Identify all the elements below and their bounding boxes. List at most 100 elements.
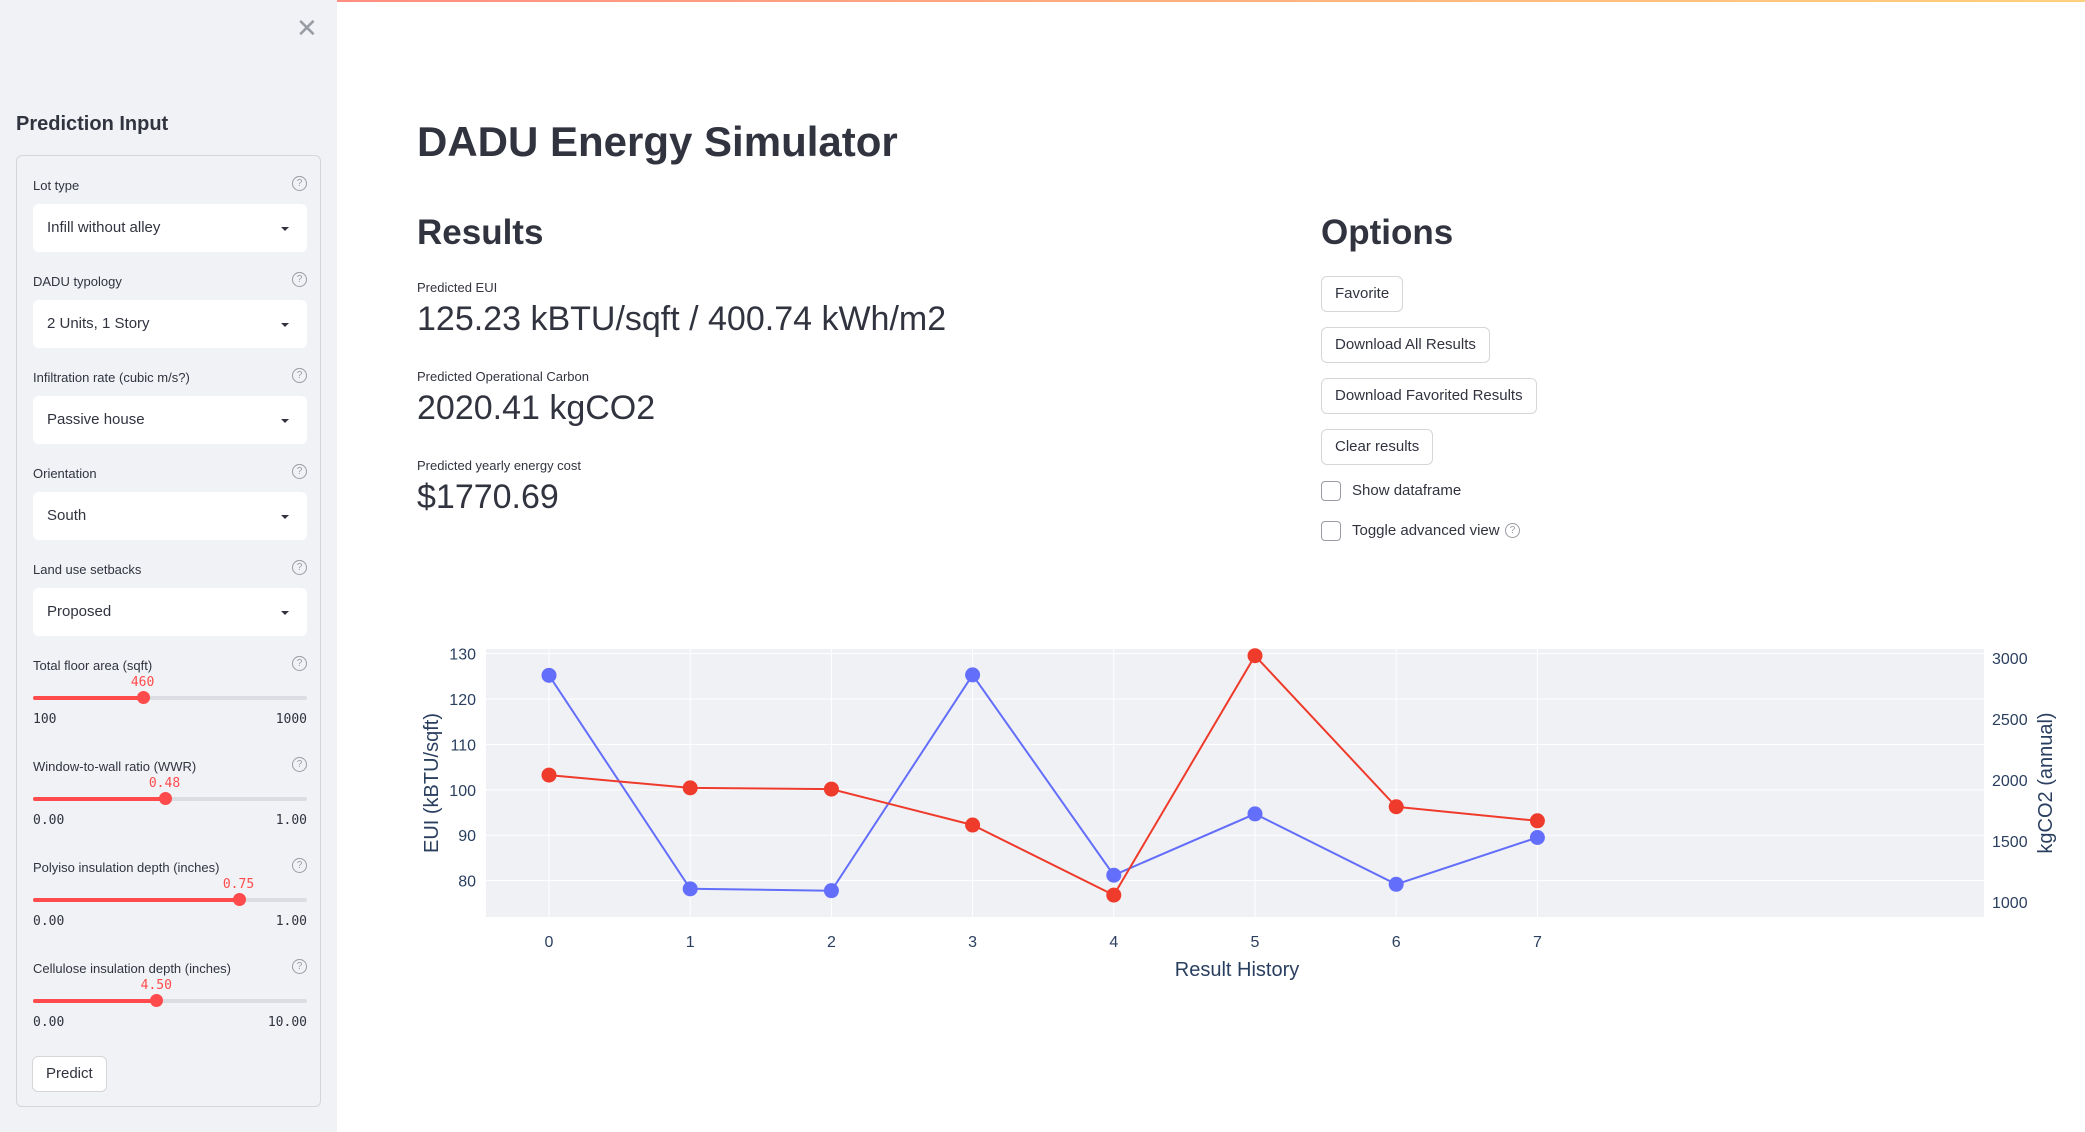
help-icon[interactable]: ? [1505, 523, 1520, 538]
field-label: Cellulose insulation depth (inches) [33, 961, 232, 976]
slider-track[interactable] [33, 994, 307, 1007]
infiltration-rate-dropdown[interactable]: Passive house [33, 396, 307, 444]
slider-thumb[interactable] [150, 994, 164, 1007]
field-label: Total floor area (sqft) [33, 658, 153, 673]
toggle-advanced-view-checkbox[interactable] [1321, 521, 1341, 541]
land-use-setbacks-dropdown[interactable]: Proposed [33, 588, 307, 636]
eui-data-point [1529, 830, 1545, 846]
slider-fill [33, 797, 165, 801]
close-icon[interactable]: ✕ [296, 14, 318, 42]
select-value: Proposed [47, 603, 112, 620]
sidebar: ✕ Prediction Input Lot type ? Infill wit… [0, 0, 337, 1132]
sidebar-title: Prediction Input [16, 113, 169, 135]
orientation-dropdown[interactable]: South [33, 492, 307, 540]
x-tick-label: 2 [827, 934, 836, 951]
y-axis-label: EUI (kBTU/sqft) [421, 713, 443, 853]
slider-fill [33, 999, 157, 1003]
result-history-chart: 0 1 2 3 4 5 6 7 80 90 100 110 120 130 1000 1500 2000 2500… [400, 640, 2080, 990]
clear-results-button[interactable]: Clear results [1321, 429, 1434, 465]
field-label: Orientation [33, 466, 97, 481]
eui-data-point [823, 883, 839, 899]
eui-data-point [1388, 876, 1404, 892]
prediction-form: Lot type ? Infill without alley DADU typ… [16, 155, 321, 1107]
show-dataframe-checkbox[interactable] [1321, 481, 1341, 501]
carbon-data-point [1247, 648, 1263, 664]
x-tick-label: 0 [545, 934, 554, 951]
x-tick-label: 5 [1251, 934, 1260, 951]
field-label: DADU typology [33, 274, 122, 289]
slider-max: 1000 [275, 712, 307, 727]
chevron-down-icon [281, 227, 289, 231]
help-icon[interactable]: ? [292, 560, 307, 575]
y2-tick-label: 1500 [1992, 834, 2028, 851]
slider-thumb[interactable] [158, 792, 172, 805]
slider-value: 0.48 [148, 776, 181, 791]
y2-tick-label: 1000 [1992, 895, 2028, 912]
metric-label: Predicted Operational Carbon [417, 369, 589, 384]
slider-value: 0.75 [222, 877, 255, 892]
x-tick-label: 7 [1533, 934, 1542, 951]
eui-data-point [1247, 806, 1263, 822]
x-tick-label: 3 [968, 934, 977, 951]
show-dataframe-label: Show dataframe [1352, 482, 1462, 499]
chart-svg: 0 1 2 3 4 5 6 7 80 90 100 110 120 130 1000 1500 2000 2500… [421, 647, 2057, 981]
slider-value: 4.50 [140, 978, 172, 993]
chevron-down-icon [281, 611, 289, 615]
options-heading: Options [1321, 213, 1454, 252]
carbon-data-point [1388, 799, 1404, 815]
predict-button[interactable]: Predict [32, 1056, 107, 1092]
slider-fill [33, 696, 143, 700]
help-icon[interactable]: ? [292, 757, 307, 772]
select-value: Infill without alley [47, 219, 161, 236]
y2-tick-label: 3000 [1992, 651, 2028, 668]
slider-thumb[interactable] [232, 893, 246, 906]
slider-min: 0.00 [33, 1015, 65, 1030]
slider-track[interactable] [33, 792, 307, 805]
eui-data-point [1106, 867, 1122, 883]
x-axis-label: Result History [1175, 959, 1299, 981]
help-icon[interactable]: ? [292, 368, 307, 383]
slider-min: 100 [33, 712, 57, 727]
x-tick-label: 6 [1392, 934, 1401, 951]
metric-value-cost: $1770.69 [417, 478, 559, 516]
slider-track[interactable] [33, 691, 307, 704]
help-icon[interactable]: ? [292, 176, 307, 191]
select-value: 2 Units, 1 Story [47, 315, 150, 332]
toggle-advanced-view-label: Toggle advanced view [1352, 522, 1500, 539]
select-value: South [47, 507, 87, 524]
slider-track[interactable] [33, 893, 307, 906]
help-icon[interactable]: ? [292, 858, 307, 873]
y2-tick-label: 2000 [1992, 773, 2028, 790]
help-icon[interactable]: ? [292, 959, 307, 974]
dadu-typology-dropdown[interactable]: 2 Units, 1 Story [33, 300, 307, 348]
select-value: Passive house [47, 411, 145, 428]
chevron-down-icon [281, 419, 289, 423]
slider-max: 1.00 [275, 914, 307, 929]
page-title: DADU Energy Simulator [417, 118, 898, 165]
x-tick-label: 4 [1109, 934, 1118, 951]
slider-max: 10.00 [267, 1015, 307, 1030]
field-label: Lot type [33, 178, 80, 193]
field-label: Polyiso insulation depth (inches) [33, 860, 220, 875]
carbon-data-point [682, 780, 698, 796]
download-favorited-results-button[interactable]: Download Favorited Results [1321, 378, 1537, 414]
results-heading: Results [417, 213, 544, 252]
slider-min: 0.00 [33, 813, 65, 828]
metric-value-eui: 125.23 kBTU/sqft / 400.74 kWh/m2 [417, 300, 947, 338]
help-icon[interactable]: ? [292, 656, 307, 671]
slider-max: 1.00 [275, 813, 307, 828]
slider-thumb[interactable] [136, 691, 150, 704]
help-icon[interactable]: ? [292, 272, 307, 287]
lot-type-dropdown[interactable]: Infill without alley [33, 204, 307, 252]
metric-label: Predicted yearly energy cost [417, 458, 582, 473]
favorite-button[interactable]: Favorite [1321, 276, 1404, 312]
y-tick-label: 80 [458, 874, 476, 891]
eui-data-point [965, 667, 981, 683]
carbon-data-point [1106, 887, 1122, 903]
help-icon[interactable]: ? [292, 464, 307, 479]
carbon-data-point [965, 817, 981, 833]
carbon-data-point [541, 767, 557, 783]
metric-value-carbon: 2020.41 kgCO2 [417, 389, 656, 427]
download-all-results-button[interactable]: Download All Results [1321, 327, 1490, 363]
eui-data-point [541, 667, 557, 683]
